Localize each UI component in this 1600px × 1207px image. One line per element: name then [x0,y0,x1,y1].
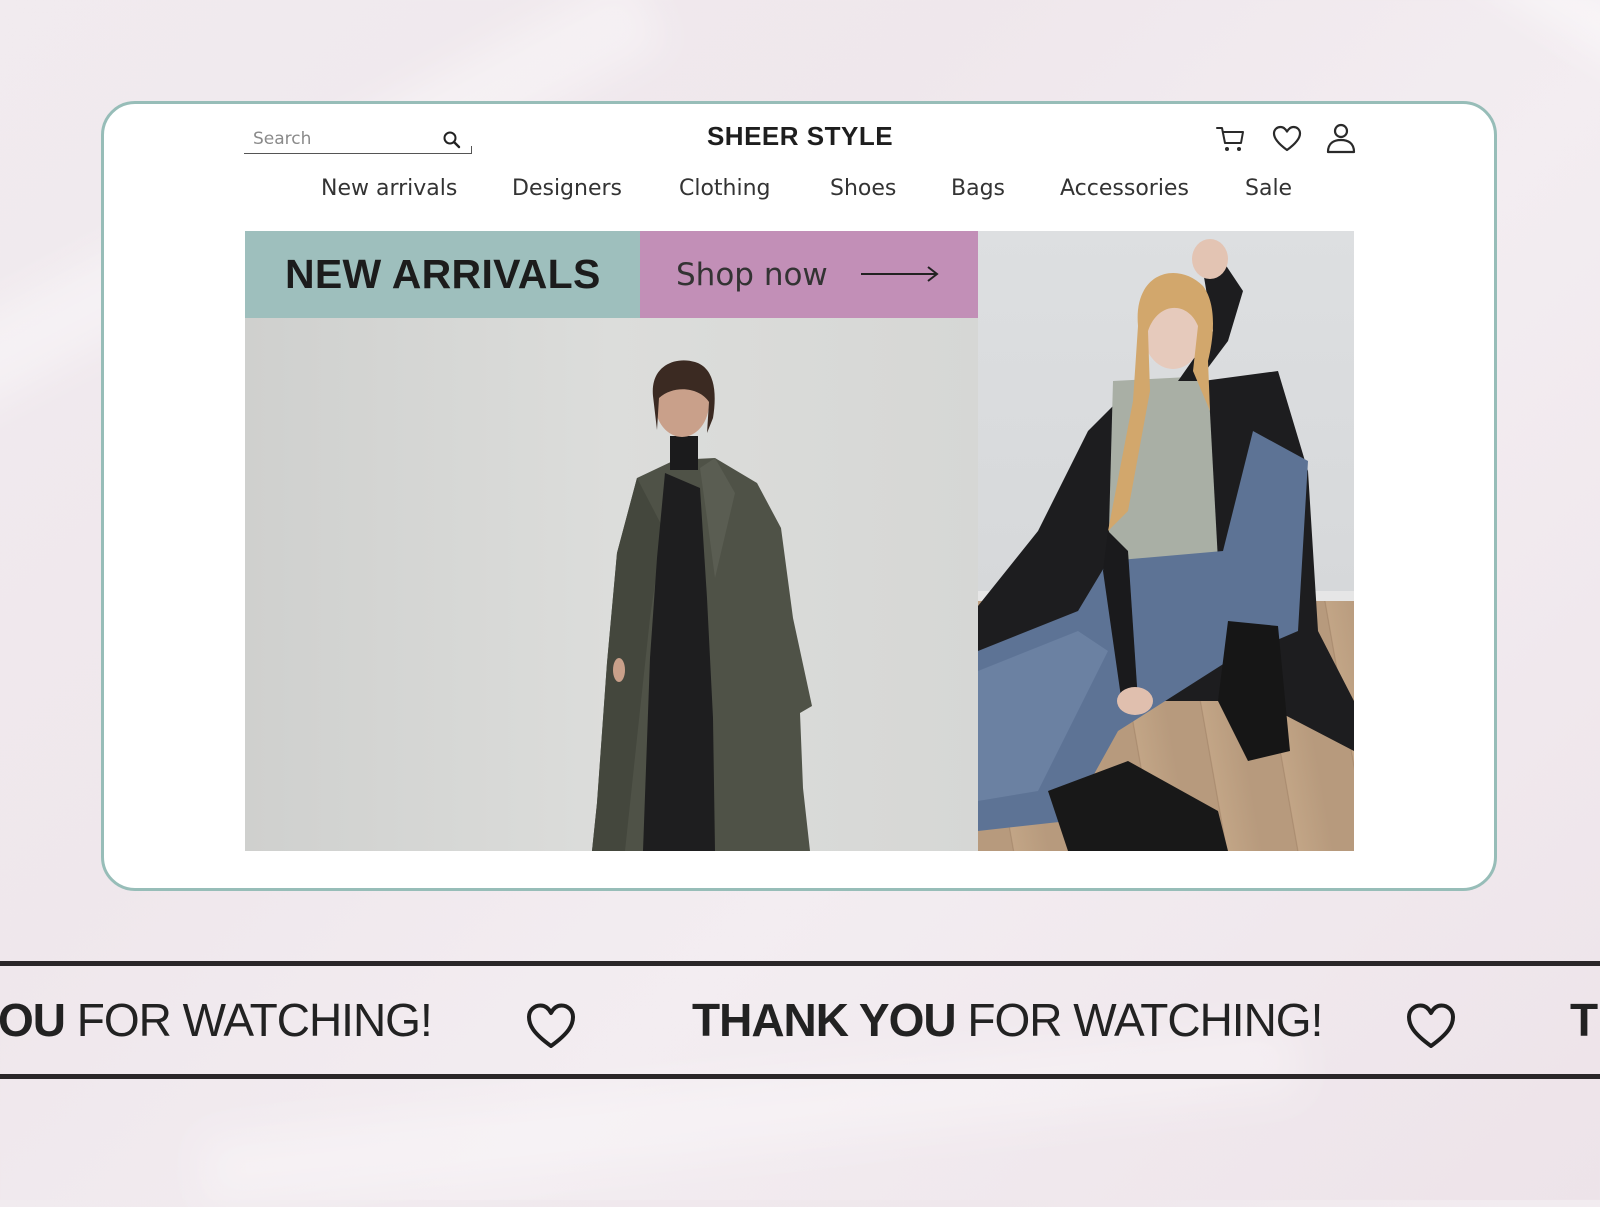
hero-banner: NEW ARRIVALS Shop now [245,231,1354,851]
heart-icon [527,1003,575,1048]
nav-item-shoes[interactable]: Shoes [830,176,896,201]
ticker-bold-text: THANK YOU [692,994,957,1046]
ticker-bold-text: OU [0,994,66,1046]
model-sitting-image [978,239,1354,851]
shop-now-label: Shop now [676,257,828,293]
search-icon[interactable] [442,130,462,150]
ticker-segment: OU FOR WATCHING! [0,966,433,1074]
main-nav: New arrivals Designers Clothing Shoes Ba… [0,176,1600,208]
new-arrivals-tile: NEW ARRIVALS [245,231,640,318]
arrow-right-icon [861,266,939,282]
heart-icon [1272,125,1302,152]
nav-item-designers[interactable]: Designers [512,176,622,201]
cart-icon [1216,127,1244,151]
ticker-light-text: FOR WATCHING! [967,994,1323,1046]
nav-item-sale[interactable]: Sale [1245,176,1292,201]
ticker-segment: T [1570,966,1598,1074]
heart-icon [1407,1003,1455,1048]
hero-title: NEW ARRIVALS [285,251,601,297]
ticker-segment: THANK YOU FOR WATCHING! [692,966,1323,1074]
brand-logo[interactable]: SHEER STYLE [650,121,950,152]
search-input[interactable] [244,126,443,152]
hero-photo-woman-in-coat[interactable] [245,318,978,851]
cart-button[interactable] [1214,122,1248,156]
nav-item-clothing[interactable]: Clothing [679,176,771,201]
nav-item-new-arrivals[interactable]: New arrivals [321,176,457,201]
account-button[interactable] [1324,122,1358,156]
nav-item-bags[interactable]: Bags [951,176,1005,201]
model-walking-image [245,318,978,851]
ticker-light-text: FOR WATCHING! [76,994,433,1046]
hero-photo-woman-sitting[interactable] [978,231,1354,851]
nav-item-accessories[interactable]: Accessories [1060,176,1189,201]
shop-now-button[interactable]: Shop now [640,231,978,318]
ticker-bold-text: T [1570,994,1598,1046]
wishlist-button[interactable] [1270,122,1304,156]
search-field[interactable] [244,126,472,154]
thank-you-ticker: OU FOR WATCHING! THANK YOU FOR WATCHING!… [0,961,1600,1079]
user-icon [1326,123,1356,154]
